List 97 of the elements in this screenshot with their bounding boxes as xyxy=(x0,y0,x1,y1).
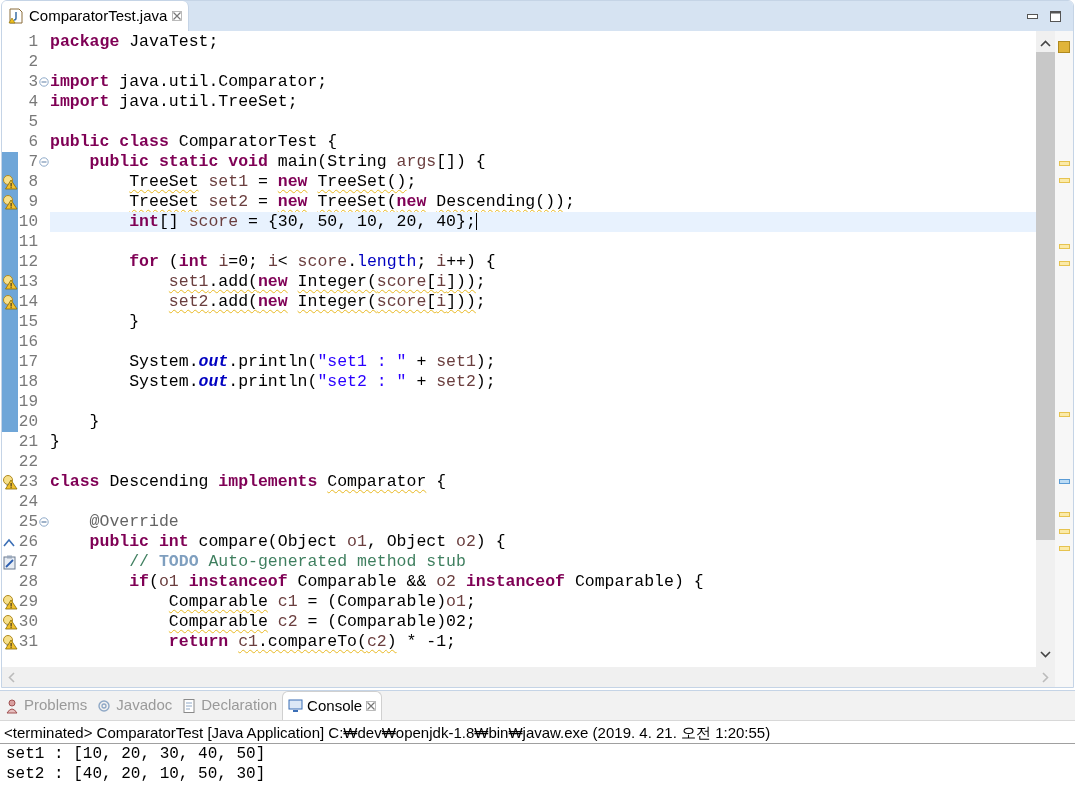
line-number: 10 xyxy=(18,212,38,232)
editor-tab[interactable]: ComparatorTest.java xyxy=(2,1,190,31)
scroll-left-icon[interactable] xyxy=(8,671,15,683)
code-line: TreeSet set1 = new TreeSet(); xyxy=(128,172,418,192)
collapse-icon[interactable] xyxy=(39,517,49,527)
status-square-icon xyxy=(1058,41,1070,53)
code-line: set2.add(new Integer(score[i])); xyxy=(167,292,487,312)
code-line: public static void main(String args[]) { xyxy=(88,152,487,172)
warning-mark[interactable] xyxy=(1059,244,1070,249)
line-number: 30 xyxy=(18,612,38,632)
line-number: 24 xyxy=(18,492,38,512)
scroll-right-icon[interactable] xyxy=(1042,671,1049,683)
warning-mark[interactable] xyxy=(1059,161,1070,166)
lightbulb-warning-icon[interactable] xyxy=(2,634,18,650)
scrollbar-thumb[interactable] xyxy=(1036,52,1055,540)
code-line: System.out.println("set1 : " + set1); xyxy=(128,352,497,372)
collapse-icon[interactable] xyxy=(39,77,49,87)
line-number: 13 xyxy=(18,272,38,292)
code-line: } xyxy=(50,432,61,452)
code-line: // TODO Auto-generated method stub xyxy=(128,552,467,572)
line-number: 9 xyxy=(27,192,38,212)
scroll-down-icon[interactable] xyxy=(1040,651,1051,658)
line-number: 1 xyxy=(27,32,38,52)
console-header: <terminated> ComparatorTest [Java Application] C:₩dev₩openjdk-1.8₩bin₩javaw.exe (2019. 4. 21. 오전 1:20:55) xyxy=(0,721,1075,744)
code-line: class Descending implements Comparator { xyxy=(50,472,448,492)
problems-icon xyxy=(5,697,20,714)
line-number: 12 xyxy=(18,252,38,272)
document-icon xyxy=(182,697,198,714)
code-line: TreeSet set2 = new TreeSet(new Descending()); xyxy=(128,192,576,212)
warning-mark[interactable] xyxy=(1059,178,1070,183)
task-mark[interactable] xyxy=(1059,479,1070,484)
code-line: @Override xyxy=(88,512,180,532)
line-number: 4 xyxy=(27,92,38,112)
code-line: set1.add(new Integer(score[i])); xyxy=(167,272,487,292)
lightbulb-warning-icon[interactable] xyxy=(2,614,18,630)
code-line: Comparable c1 = (Comparable)o1; xyxy=(167,592,477,612)
collapse-icon[interactable] xyxy=(39,157,49,167)
code-line: public int compare(Object o1, Object o2) { xyxy=(88,532,507,552)
line-number: 11 xyxy=(18,232,38,252)
line-number: 26 xyxy=(18,532,38,552)
line-number: 8 xyxy=(27,172,38,192)
line-number: 20 xyxy=(18,412,38,432)
code-line: } xyxy=(88,412,101,432)
view-tab[interactable]: Problems xyxy=(0,691,93,720)
task-icon[interactable] xyxy=(2,554,18,570)
warning-mark[interactable] xyxy=(1059,412,1070,417)
scroll-up-icon[interactable] xyxy=(1040,40,1051,47)
minimize-icon[interactable] xyxy=(1027,13,1038,19)
java-file-icon xyxy=(8,8,24,24)
line-number: 3 xyxy=(27,72,38,92)
line-number: 15 xyxy=(18,312,38,332)
line-number: 2 xyxy=(27,52,38,72)
code-line: } xyxy=(128,312,141,332)
console-output-line: set2 : [40, 20, 10, 50, 30] xyxy=(5,764,267,784)
line-number: 16 xyxy=(18,332,38,352)
warning-mark[interactable] xyxy=(1059,546,1070,551)
line-number: 25 xyxy=(18,512,38,532)
lightbulb-warning-icon[interactable] xyxy=(2,594,18,610)
line-number: 19 xyxy=(18,392,38,412)
close-icon[interactable] xyxy=(366,701,377,711)
line-number: 29 xyxy=(18,592,38,612)
view-tab[interactable]: Console xyxy=(282,691,383,720)
warning-mark[interactable] xyxy=(1059,529,1070,534)
close-icon[interactable] xyxy=(172,11,183,21)
monitor-icon xyxy=(288,698,304,714)
code-line: return c1.compareTo(c2) * -1; xyxy=(167,632,457,652)
lightbulb-warning-icon[interactable] xyxy=(2,474,18,490)
line-number: 23 xyxy=(18,472,38,492)
maximize-icon[interactable] xyxy=(1050,10,1061,22)
code-line: Comparable c2 = (Comparable)02; xyxy=(167,612,477,632)
line-number: 21 xyxy=(18,432,38,452)
line-number: 6 xyxy=(27,132,38,152)
line-number: 7 xyxy=(27,152,38,172)
code-line: import java.util.TreeSet; xyxy=(50,92,299,112)
code-line: package JavaTest; xyxy=(50,32,220,52)
console-output-line: set1 : [10, 20, 30, 40, 50] xyxy=(5,744,267,764)
line-number: 31 xyxy=(18,632,38,652)
view-tab[interactable]: Javadoc xyxy=(92,691,178,720)
line-number: 17 xyxy=(18,352,38,372)
code-line: System.out.println("set2 : " + set2); xyxy=(128,372,497,392)
vertical-scrollbar[interactable] xyxy=(1036,31,1055,667)
warning-mark[interactable] xyxy=(1059,261,1070,266)
horizontal-scrollbar[interactable] xyxy=(2,667,1055,687)
line-number: 22 xyxy=(18,452,38,472)
line-number: 28 xyxy=(18,572,38,592)
code-line: import java.util.Comparator; xyxy=(50,72,329,92)
text-cursor xyxy=(475,213,477,231)
code-line: public class ComparatorTest { xyxy=(50,132,339,152)
line-number: 27 xyxy=(18,552,38,572)
line-number: 18 xyxy=(18,372,38,392)
code-line: for (int i=0; i< score.length; i++) { xyxy=(128,252,497,272)
code-line: if(o1 instanceof Comparable && o2 instanceof Comparable) { xyxy=(128,572,705,592)
line-number: 14 xyxy=(18,292,38,312)
line-number: 5 xyxy=(27,112,38,132)
at-sign-icon xyxy=(97,697,113,714)
warning-mark[interactable] xyxy=(1059,512,1070,517)
view-tab[interactable]: Declaration xyxy=(177,691,283,720)
